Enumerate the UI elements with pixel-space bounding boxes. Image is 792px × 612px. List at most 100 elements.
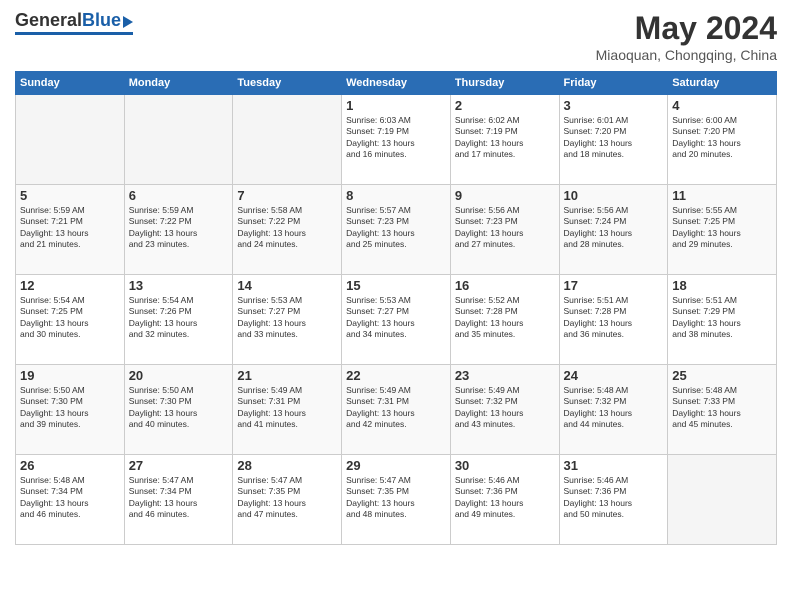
calendar-cell: 24Sunrise: 5:48 AM Sunset: 7:32 PM Dayli…: [559, 365, 668, 455]
day-info: Sunrise: 5:50 AM Sunset: 7:30 PM Dayligh…: [20, 385, 120, 431]
logo-arrow-icon: [123, 16, 133, 28]
day-number: 5: [20, 188, 120, 203]
day-info: Sunrise: 6:03 AM Sunset: 7:19 PM Dayligh…: [346, 115, 446, 161]
calendar-table: SundayMondayTuesdayWednesdayThursdayFrid…: [15, 71, 777, 545]
weekday-header-saturday: Saturday: [668, 72, 777, 95]
title-block: May 2024 Miaoquan, Chongqing, China: [596, 10, 777, 63]
day-number: 9: [455, 188, 555, 203]
calendar-cell: 2 Sunrise: 6:02 AM Sunset: 7:19 PM Daylig…: [450, 95, 559, 185]
day-info: Sunrise: 5:47 AM Sunset: 7:34 PM Dayligh…: [129, 475, 229, 521]
location-subtitle: Miaoquan, Chongqing, China: [596, 47, 777, 63]
calendar-week-row: 19Sunrise: 5:50 AM Sunset: 7:30 PM Dayli…: [16, 365, 777, 455]
day-number: 22: [346, 368, 446, 383]
day-info: Sunrise: 5:52 AM Sunset: 7:28 PM Dayligh…: [455, 295, 555, 341]
calendar-cell: 19Sunrise: 5:50 AM Sunset: 7:30 PM Dayli…: [16, 365, 125, 455]
day-number: 27: [129, 458, 229, 473]
weekday-header-monday: Monday: [124, 72, 233, 95]
day-number: 6: [129, 188, 229, 203]
day-number: 13: [129, 278, 229, 293]
calendar-cell: 8 Sunrise: 5:57 AM Sunset: 7:23 PM Daylig…: [342, 185, 451, 275]
calendar-cell: 5 Sunrise: 5:59 AM Sunset: 7:21 PM Daylig…: [16, 185, 125, 275]
calendar-cell: 13 Sunrise: 5:54 AM Sunset: 7:26 PM Dayli…: [124, 275, 233, 365]
day-number: 11: [672, 188, 772, 203]
day-info: Sunrise: 6:02 AM Sunset: 7:19 PM Dayligh…: [455, 115, 555, 161]
calendar-cell: 10 Sunrise: 5:56 AM Sunset: 7:24 PM Dayli…: [559, 185, 668, 275]
calendar-cell: 29Sunrise: 5:47 AM Sunset: 7:35 PM Dayli…: [342, 455, 451, 545]
calendar-week-row: 1 Sunrise: 6:03 AM Sunset: 7:19 PM Daylig…: [16, 95, 777, 185]
day-info: Sunrise: 5:48 AM Sunset: 7:34 PM Dayligh…: [20, 475, 120, 521]
calendar-cell: 28 Sunrise: 5:47 AM Sunset: 7:35 PM Dayli…: [233, 455, 342, 545]
day-number: 15: [346, 278, 446, 293]
weekday-header-wednesday: Wednesday: [342, 72, 451, 95]
day-info: Sunrise: 5:48 AM Sunset: 7:33 PM Dayligh…: [672, 385, 772, 431]
day-info: Sunrise: 5:57 AM Sunset: 7:23 PM Dayligh…: [346, 205, 446, 251]
calendar-cell: 23Sunrise: 5:49 AM Sunset: 7:32 PM Dayli…: [450, 365, 559, 455]
day-number: 23: [455, 368, 555, 383]
calendar-cell: 25 Sunrise: 5:48 AM Sunset: 7:33 PM Dayli…: [668, 365, 777, 455]
day-number: 4: [672, 98, 772, 113]
day-number: 7: [237, 188, 337, 203]
weekday-header-row: SundayMondayTuesdayWednesdayThursdayFrid…: [16, 72, 777, 95]
page-header: General Blue May 2024 Miaoquan, Chongqin…: [15, 10, 777, 63]
calendar-cell: 9Sunrise: 5:56 AM Sunset: 7:23 PM Daylig…: [450, 185, 559, 275]
calendar-cell: 1 Sunrise: 6:03 AM Sunset: 7:19 PM Daylig…: [342, 95, 451, 185]
day-info: Sunrise: 5:55 AM Sunset: 7:25 PM Dayligh…: [672, 205, 772, 251]
weekday-header-sunday: Sunday: [16, 72, 125, 95]
day-info: Sunrise: 5:46 AM Sunset: 7:36 PM Dayligh…: [564, 475, 664, 521]
day-number: 25: [672, 368, 772, 383]
day-number: 30: [455, 458, 555, 473]
day-number: 1: [346, 98, 446, 113]
month-year-title: May 2024: [596, 10, 777, 47]
logo: General Blue: [15, 10, 133, 35]
day-number: 31: [564, 458, 664, 473]
day-info: Sunrise: 5:58 AM Sunset: 7:22 PM Dayligh…: [237, 205, 337, 251]
day-number: 17: [564, 278, 664, 293]
day-number: 8: [346, 188, 446, 203]
calendar-cell: 30Sunrise: 5:46 AM Sunset: 7:36 PM Dayli…: [450, 455, 559, 545]
day-info: Sunrise: 6:01 AM Sunset: 7:20 PM Dayligh…: [564, 115, 664, 161]
day-number: 20: [129, 368, 229, 383]
calendar-cell: [16, 95, 125, 185]
day-number: 29: [346, 458, 446, 473]
calendar-cell: 15Sunrise: 5:53 AM Sunset: 7:27 PM Dayli…: [342, 275, 451, 365]
weekday-header-thursday: Thursday: [450, 72, 559, 95]
day-info: Sunrise: 5:59 AM Sunset: 7:22 PM Dayligh…: [129, 205, 229, 251]
calendar-week-row: 12Sunrise: 5:54 AM Sunset: 7:25 PM Dayli…: [16, 275, 777, 365]
day-info: Sunrise: 5:59 AM Sunset: 7:21 PM Dayligh…: [20, 205, 120, 251]
calendar-cell: 7 Sunrise: 5:58 AM Sunset: 7:22 PM Daylig…: [233, 185, 342, 275]
day-number: 10: [564, 188, 664, 203]
day-number: 28: [237, 458, 337, 473]
day-info: Sunrise: 5:56 AM Sunset: 7:24 PM Dayligh…: [564, 205, 664, 251]
day-info: Sunrise: 5:54 AM Sunset: 7:25 PM Dayligh…: [20, 295, 120, 341]
calendar-cell: 26 Sunrise: 5:48 AM Sunset: 7:34 PM Dayli…: [16, 455, 125, 545]
day-info: Sunrise: 5:49 AM Sunset: 7:31 PM Dayligh…: [237, 385, 337, 431]
calendar-cell: [233, 95, 342, 185]
calendar-week-row: 5 Sunrise: 5:59 AM Sunset: 7:21 PM Daylig…: [16, 185, 777, 275]
day-info: Sunrise: 5:53 AM Sunset: 7:27 PM Dayligh…: [237, 295, 337, 341]
calendar-cell: 27 Sunrise: 5:47 AM Sunset: 7:34 PM Dayli…: [124, 455, 233, 545]
day-info: Sunrise: 5:51 AM Sunset: 7:28 PM Dayligh…: [564, 295, 664, 341]
weekday-header-tuesday: Tuesday: [233, 72, 342, 95]
day-number: 26: [20, 458, 120, 473]
logo-blue-text: Blue: [82, 10, 121, 31]
calendar-cell: [668, 455, 777, 545]
calendar-cell: [124, 95, 233, 185]
calendar-cell: 21 Sunrise: 5:49 AM Sunset: 7:31 PM Dayli…: [233, 365, 342, 455]
day-number: 16: [455, 278, 555, 293]
day-info: Sunrise: 5:50 AM Sunset: 7:30 PM Dayligh…: [129, 385, 229, 431]
day-number: 24: [564, 368, 664, 383]
calendar-cell: 20 Sunrise: 5:50 AM Sunset: 7:30 PM Dayli…: [124, 365, 233, 455]
day-number: 14: [237, 278, 337, 293]
day-number: 21: [237, 368, 337, 383]
logo-general-text: General: [15, 10, 82, 31]
logo-underline: [15, 32, 133, 35]
calendar-cell: 16 Sunrise: 5:52 AM Sunset: 7:28 PM Dayli…: [450, 275, 559, 365]
calendar-cell: 4Sunrise: 6:00 AM Sunset: 7:20 PM Daylig…: [668, 95, 777, 185]
calendar-cell: 17 Sunrise: 5:51 AM Sunset: 7:28 PM Dayli…: [559, 275, 668, 365]
calendar-cell: 18Sunrise: 5:51 AM Sunset: 7:29 PM Dayli…: [668, 275, 777, 365]
day-number: 18: [672, 278, 772, 293]
day-info: Sunrise: 5:47 AM Sunset: 7:35 PM Dayligh…: [237, 475, 337, 521]
day-info: Sunrise: 5:54 AM Sunset: 7:26 PM Dayligh…: [129, 295, 229, 341]
day-number: 2: [455, 98, 555, 113]
calendar-cell: 3Sunrise: 6:01 AM Sunset: 7:20 PM Daylig…: [559, 95, 668, 185]
